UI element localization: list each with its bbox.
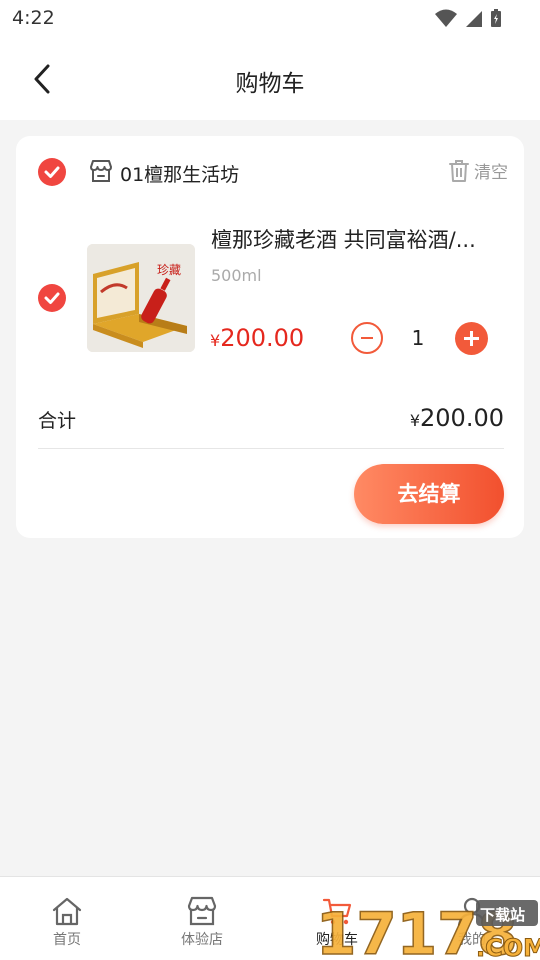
cart-shop-card: 01檀那生活坊 清空 珍藏 檀那珍藏老酒 共同富裕酒/... 500ml ¥20… — [16, 136, 524, 538]
watermark-domain: .COM — [476, 934, 540, 960]
check-icon — [44, 292, 60, 304]
total-amount: 200.00 — [420, 404, 504, 432]
battery-icon — [491, 9, 501, 27]
divider — [38, 448, 504, 449]
clear-label: 清空 — [474, 163, 508, 183]
product-spec: 500ml — [211, 266, 262, 285]
total-value: ¥200.00 — [410, 404, 504, 432]
status-bar: 4:22 — [0, 0, 540, 38]
product-price: ¥200.00 — [210, 324, 304, 352]
clear-cart-button[interactable]: 清空 — [448, 158, 508, 183]
tab-store[interactable]: 体验店 — [157, 895, 247, 949]
total-label: 合计 — [38, 410, 77, 432]
liquor-gift-box-image: 珍藏 — [87, 244, 195, 352]
shop-select-checkbox[interactable] — [38, 158, 66, 186]
store-icon — [187, 896, 217, 926]
watermark-logo: 17178 下载站 .COM — [316, 899, 540, 960]
signal-icon — [466, 11, 482, 27]
tab-home[interactable]: 首页 — [22, 895, 112, 949]
increase-quantity-button[interactable] — [455, 322, 488, 355]
price-value: 200.00 — [220, 324, 305, 352]
item-select-checkbox[interactable] — [38, 284, 66, 312]
svg-text:珍藏: 珍藏 — [157, 263, 181, 277]
total-currency-symbol: ¥ — [409, 411, 421, 430]
home-icon — [52, 897, 82, 926]
status-time: 4:22 — [12, 7, 55, 29]
decrease-quantity-button[interactable] — [351, 322, 383, 354]
shop-name[interactable]: 01檀那生活坊 — [120, 160, 239, 187]
trash-icon — [449, 159, 469, 182]
checkout-button[interactable]: 去结算 — [354, 464, 504, 524]
status-icons — [434, 8, 502, 28]
product-name[interactable]: 檀那珍藏老酒 共同富裕酒/... — [211, 224, 511, 254]
nav-bar: 购物车 — [0, 38, 540, 120]
tab-home-label: 首页 — [53, 932, 81, 948]
tab-store-label: 体验店 — [181, 932, 223, 948]
quantity-value: 1 — [411, 326, 425, 350]
price-currency-symbol: ¥ — [210, 331, 221, 350]
wifi-icon — [435, 9, 457, 27]
shop-icon — [90, 160, 112, 182]
page-title: 购物车 — [235, 71, 305, 97]
check-icon — [44, 166, 60, 178]
watermark-suffix: 下载站 — [480, 906, 525, 924]
product-image[interactable]: 珍藏 — [87, 244, 195, 352]
